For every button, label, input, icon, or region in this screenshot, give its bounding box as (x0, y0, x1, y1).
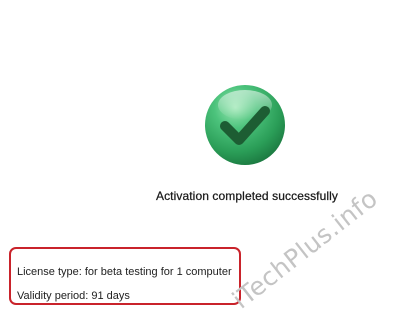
license-info-panel: License type: for beta testing for 1 com… (9, 247, 241, 305)
activation-status-message: Activation completed successfully (155, 189, 339, 203)
license-type-text: License type: for beta testing for 1 com… (17, 266, 232, 278)
validity-period-text: Validity period: 91 days (17, 290, 130, 302)
watermark-text: iTechPlus.info (226, 183, 384, 315)
checkmark-success-icon (203, 83, 287, 167)
